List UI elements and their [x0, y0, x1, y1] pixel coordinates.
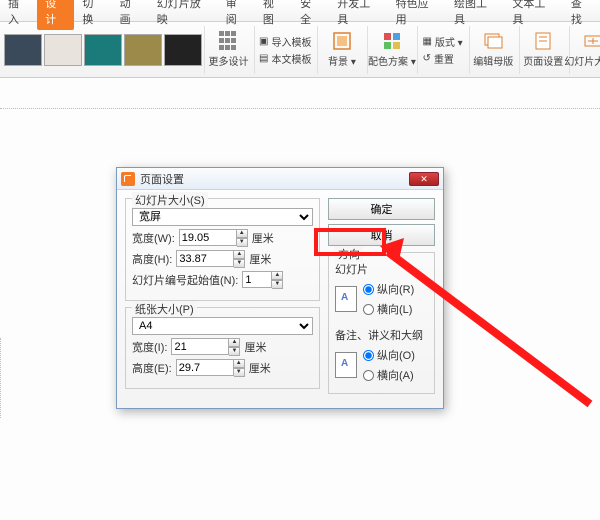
start-number-input[interactable] [242, 271, 272, 288]
master-icon [483, 31, 503, 51]
app-icon [121, 172, 135, 186]
import-template-button[interactable]: ▣导入模板 [259, 34, 311, 49]
slide-landscape-radio[interactable]: 横向(L) [363, 301, 414, 317]
theme-thumb[interactable] [44, 34, 82, 66]
spinner-buttons[interactable]: ▲▼ [237, 229, 248, 247]
template-icon: ▤ [259, 53, 268, 64]
slide-height-input[interactable] [176, 250, 234, 267]
page-setup-button[interactable]: 页面设置 [519, 26, 567, 74]
spinner-buttons[interactable]: ▲▼ [234, 250, 245, 268]
tab-transition[interactable]: 切换 [74, 0, 111, 30]
paper-height-input[interactable] [176, 359, 234, 376]
slides-orientation-header: 幻灯片 [335, 261, 428, 277]
paper-size-preset-select[interactable]: A4 [132, 317, 313, 335]
slide-width-input[interactable] [179, 229, 237, 246]
slide-edge [0, 338, 1, 418]
theme-thumb[interactable] [124, 34, 162, 66]
theme-thumbnails[interactable] [4, 34, 202, 66]
page-portrait-icon [335, 286, 357, 312]
slide-size-button[interactable]: 幻灯片大小 ▾ [569, 26, 600, 74]
reset-icon: ↺ [422, 53, 430, 64]
paper-height-label: 高度(E): [132, 360, 172, 376]
dialog-title: 页面设置 [140, 171, 184, 187]
layout-group: ▦版式 ▾ ↺重置 [417, 26, 466, 74]
layout-button[interactable]: ▦版式 ▾ [422, 34, 462, 49]
spinner-buttons[interactable]: ▲▼ [229, 338, 240, 356]
layout-icon: ▦ [422, 36, 431, 47]
import-icon: ▣ [259, 36, 268, 47]
edit-master-button[interactable]: 编辑母版 [469, 26, 517, 74]
paper-size-group: 纸张大小(P) A4 宽度(I): ▲▼ 厘米 高度(E): ▲▼ 厘米 [125, 307, 320, 389]
background-icon [332, 31, 352, 51]
tab-design[interactable]: 设计 [37, 0, 74, 30]
color-scheme-button[interactable]: 配色方案 ▾ [367, 26, 415, 74]
close-button[interactable]: ✕ [409, 172, 439, 186]
this-template-button[interactable]: ▤本文模板 [259, 51, 311, 66]
height-label: 高度(H): [132, 251, 172, 267]
spinner-buttons[interactable]: ▲▼ [234, 359, 245, 377]
tab-animation[interactable]: 动画 [112, 0, 149, 30]
theme-thumb[interactable] [84, 34, 122, 66]
orientation-group: 方向 幻灯片 纵向(R) 横向(L) 备注、讲义和大纲 纵向(O) 横向(A) [328, 252, 435, 394]
tab-insert[interactable]: 插入 [0, 0, 37, 30]
paper-width-input[interactable] [171, 338, 229, 355]
page-portrait-icon [335, 352, 357, 378]
cancel-button[interactable]: 取消 [328, 224, 435, 246]
ok-button[interactable]: 确定 [328, 198, 435, 220]
grid-icon [219, 31, 239, 51]
ribbon: 更多设计 ▣导入模板 ▤本文模板 背景 ▾ 配色方案 ▾ ▦版式 ▾ ↺重置 编… [0, 22, 600, 78]
page-setup-dialog: 页面设置 ✕ 幻灯片大小(S) 宽屏 宽度(W): ▲▼ 厘米 高度(H): ▲… [116, 167, 444, 409]
slide-size-group: 幻灯片大小(S) 宽屏 宽度(W): ▲▼ 厘米 高度(H): ▲▼ 厘米 幻灯… [125, 198, 320, 301]
start-number-label: 幻灯片编号起始值(N): [132, 272, 238, 288]
notes-portrait-radio[interactable]: 纵向(O) [363, 347, 415, 363]
notes-orientation-header: 备注、讲义和大纲 [335, 327, 428, 343]
ribbon-tabs: 插入 设计 切换 动画 幻灯片放映 审阅 视图 安全 开发工具 特色应用 绘图工… [0, 0, 600, 22]
reset-button[interactable]: ↺重置 [422, 51, 462, 66]
template-group: ▣导入模板 ▤本文模板 [254, 26, 315, 74]
slide-size-preset-select[interactable]: 宽屏 [132, 208, 313, 226]
more-designs-button[interactable]: 更多设计 [204, 26, 252, 74]
slide-edge [0, 108, 600, 109]
slide-portrait-radio[interactable]: 纵向(R) [363, 281, 414, 297]
background-button[interactable]: 背景 ▾ [317, 26, 365, 74]
spinner-buttons[interactable]: ▲▼ [272, 271, 283, 289]
theme-thumb[interactable] [4, 34, 42, 66]
dialog-titlebar[interactable]: 页面设置 ✕ [117, 168, 443, 190]
theme-thumb[interactable] [164, 34, 202, 66]
slide-size-icon [583, 31, 600, 51]
palette-icon [382, 31, 402, 51]
width-label: 宽度(W): [132, 230, 175, 246]
notes-landscape-radio[interactable]: 横向(A) [363, 367, 415, 383]
page-setup-icon [533, 31, 553, 51]
paper-width-label: 宽度(I): [132, 339, 167, 355]
